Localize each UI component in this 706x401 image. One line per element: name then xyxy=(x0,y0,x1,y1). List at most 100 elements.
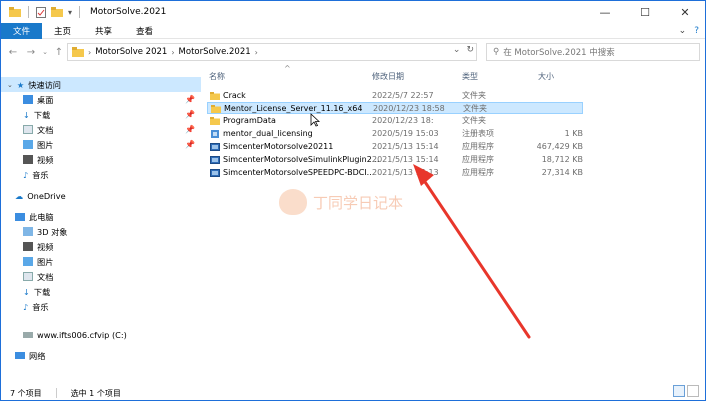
file-row[interactable]: Crack 2022/5/7 22:57 文件夹 xyxy=(207,90,583,102)
file-type: 应用程序 xyxy=(462,155,494,164)
nav-item-pc-downloads[interactable]: ↓ 下载 xyxy=(1,284,201,299)
nav-label: 此电脑 xyxy=(29,211,54,222)
nav-label: 文档 xyxy=(37,124,54,135)
pin-icon[interactable]: 📌 xyxy=(185,95,195,104)
tab-share[interactable]: 共享 xyxy=(83,23,124,39)
watermark-text: 丁同学日记本 xyxy=(313,193,404,212)
maximize-button[interactable]: ☐ xyxy=(625,1,665,23)
search-placeholder: 在 MotorSolve.2021 中搜索 xyxy=(503,48,615,58)
nav-network[interactable]: 网络 xyxy=(1,348,201,363)
nav-label: 视频 xyxy=(37,154,54,165)
desktop-icon xyxy=(23,95,33,104)
nav-item-pictures[interactable]: 图片 📌 xyxy=(1,137,201,152)
file-row[interactable]: SimcenterMotorsolveSPEEDPC-BDCI... 2021/5… xyxy=(207,167,583,179)
nav-item-pc-pictures[interactable]: 图片 xyxy=(1,254,201,269)
pin-icon[interactable]: 📌 xyxy=(185,125,195,134)
file-size: 467,429 KB xyxy=(536,142,583,151)
close-button[interactable]: ✕ xyxy=(665,1,705,23)
file-date: 2021/5/13 15:13 xyxy=(372,168,439,177)
nav-item-downloads[interactable]: ↓ 下载 📌 xyxy=(1,107,201,122)
nav-item-3d-objects[interactable]: 3D 对象 xyxy=(1,224,201,239)
nav-label: 视频 xyxy=(37,241,54,252)
tab-view[interactable]: 查看 xyxy=(124,23,165,39)
nav-item-pc-music[interactable]: ♪ 音乐 xyxy=(1,299,201,314)
breadcrumb-current[interactable]: MotorSolve.2021 xyxy=(179,47,251,57)
nav-item-pc-documents[interactable]: 文档 xyxy=(1,269,201,284)
nav-item-documents[interactable]: 文档 📌 xyxy=(1,122,201,137)
tab-home[interactable]: 主页 xyxy=(42,23,83,39)
chevron-right-icon: › xyxy=(88,47,92,57)
tab-file[interactable]: 文件 xyxy=(1,22,43,39)
column-header-size[interactable]: 大小 xyxy=(538,71,554,82)
file-row[interactable]: Mentor_License_Server_11.16_x64 2020/12/2… xyxy=(207,102,583,114)
nav-item-music[interactable]: ♪ 音乐 xyxy=(1,167,201,182)
nav-label: 下载 xyxy=(33,109,51,120)
nav-item-desktop[interactable]: 桌面 📌 xyxy=(1,92,201,107)
application-icon xyxy=(210,169,220,177)
search-box[interactable]: ⚲ 在 MotorSolve.2021 中搜索 xyxy=(486,43,700,61)
details-view-button[interactable] xyxy=(673,385,685,397)
column-header-type[interactable]: 类型 xyxy=(462,71,478,82)
file-name: SimcenterMotorsolveSimulinkPlugin2... xyxy=(223,155,380,164)
minimize-button[interactable]: — xyxy=(585,1,625,23)
properties-icon[interactable] xyxy=(36,6,46,18)
file-type: 文件夹 xyxy=(462,91,486,100)
up-button[interactable]: ↑ xyxy=(51,44,67,60)
picture-icon xyxy=(23,140,33,149)
document-icon xyxy=(23,125,33,134)
large-icons-view-button[interactable] xyxy=(687,385,699,397)
file-type: 注册表项 xyxy=(462,129,494,138)
recent-locations-button[interactable]: ⌄ xyxy=(41,44,49,60)
file-type: 文件夹 xyxy=(462,116,486,125)
column-header-name[interactable]: 名称 xyxy=(209,71,225,82)
nav-label: 图片 xyxy=(37,139,54,150)
nav-onedrive[interactable]: ☁ OneDrive xyxy=(1,188,201,203)
file-date: 2020/12/23 18: xyxy=(372,116,434,125)
video-icon xyxy=(23,155,33,164)
file-type: 应用程序 xyxy=(462,142,494,151)
nav-label: 音乐 xyxy=(32,301,49,312)
nav-item-videos[interactable]: 视频 xyxy=(1,152,201,167)
nav-label: 下载 xyxy=(33,286,51,297)
column-header-date[interactable]: 修改日期 xyxy=(372,71,404,82)
breadcrumb-motorsolve-2021[interactable]: MotorSolve 2021 xyxy=(95,47,167,57)
address-bar[interactable]: › MotorSolve 2021 › MotorSolve.2021 › ⌄ … xyxy=(67,43,477,61)
help-icon[interactable]: ? xyxy=(694,26,699,36)
nav-item-c-drive[interactable]: www.ifts006.cfvip (C:) xyxy=(1,327,201,342)
forward-button[interactable]: → xyxy=(23,44,39,60)
new-folder-icon[interactable] xyxy=(51,7,63,17)
folder-icon xyxy=(72,47,84,57)
nav-label: 音乐 xyxy=(32,169,49,180)
history-dropdown-icon[interactable]: ⌄ xyxy=(453,45,461,55)
expand-ribbon-icon[interactable]: ⌄ xyxy=(679,26,687,36)
file-row[interactable]: ProgramData 2020/12/23 18: 文件夹 xyxy=(207,115,583,127)
nav-quick-access[interactable]: ⌄ ★ 快速访问 xyxy=(1,77,201,92)
folder-icon xyxy=(210,92,220,100)
nav-label: 快速访问 xyxy=(28,79,61,90)
file-name: Crack xyxy=(223,91,246,100)
pin-icon[interactable]: 📌 xyxy=(185,110,195,119)
folder-icon xyxy=(210,117,220,125)
file-date: 2020/12/23 18:58 xyxy=(373,104,445,113)
cloud-icon: ☁ xyxy=(15,190,24,201)
file-date: 2021/5/13 15:14 xyxy=(372,142,439,151)
customize-quick-access-icon[interactable]: ▾ xyxy=(68,8,72,17)
file-row[interactable]: SimcenterMotorsolve20211 2021/5/13 15:14 应… xyxy=(207,141,583,153)
back-button[interactable]: ← xyxy=(5,44,21,60)
document-icon xyxy=(23,272,33,281)
file-name: SimcenterMotorsolve20211 xyxy=(223,142,334,151)
file-row[interactable]: mentor_dual_licensing 2020/5/19 15:03 注册表项… xyxy=(207,128,583,140)
file-row[interactable]: SimcenterMotorsolveSimulinkPlugin2... 202… xyxy=(207,154,583,166)
status-bar: 7 个项目 选中 1 个项目 xyxy=(1,385,705,401)
refresh-icon[interactable]: ↻ xyxy=(466,45,474,55)
pin-icon[interactable]: 📌 xyxy=(185,140,195,149)
nav-item-pc-videos[interactable]: 视频 xyxy=(1,239,201,254)
nav-this-pc[interactable]: 此电脑 xyxy=(1,209,201,224)
folder-icon xyxy=(211,105,221,113)
nav-label: 文档 xyxy=(37,271,54,282)
file-type: 文件夹 xyxy=(463,104,487,113)
nav-label: 图片 xyxy=(37,256,54,267)
video-icon xyxy=(23,242,33,251)
nav-label: www.ifts006.cfvip (C:) xyxy=(37,329,127,340)
nav-label: 网络 xyxy=(29,350,46,361)
